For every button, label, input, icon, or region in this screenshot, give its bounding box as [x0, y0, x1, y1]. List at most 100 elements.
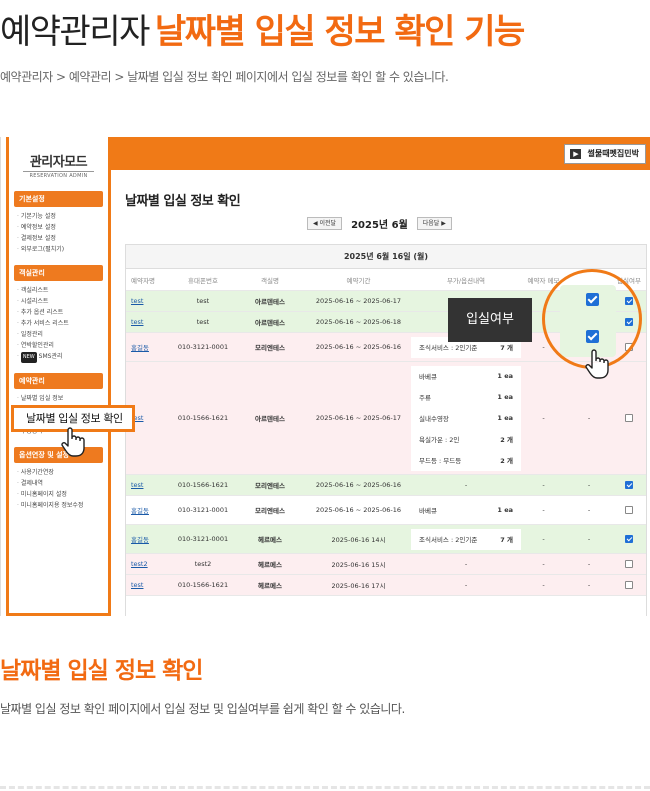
- sidebar-item[interactable]: 결제정보 설정: [17, 233, 108, 244]
- sidebar-item[interactable]: 추가 옵션 리스트: [17, 307, 108, 318]
- table-row: test 010-1566-1621 아르덴테스 2025-06-16 ~ 2025-…: [126, 362, 646, 475]
- sidebar-section-header[interactable]: 예약관리: [14, 373, 103, 389]
- room-cell: 헤르메스: [258, 561, 282, 569]
- memo-cell: -: [542, 581, 545, 589]
- guest-name-link[interactable]: 홍길동: [131, 344, 149, 352]
- checkin-checkbox[interactable]: [625, 414, 633, 422]
- callout-label: 날짜별 입실 정보 확인: [26, 412, 123, 425]
- guest-name-cell: test: [126, 297, 172, 305]
- day-header: 2025년 6월 16일 (월): [126, 245, 646, 269]
- next-month-button[interactable]: 다음달 ▶: [416, 216, 452, 230]
- sidebar-item[interactable]: 사용기간연장: [17, 467, 108, 478]
- checkin-checkbox[interactable]: [625, 506, 633, 514]
- checkin-checkbox[interactable]: [625, 581, 633, 589]
- option-label: 조식서비스 : 2인기준: [419, 536, 478, 544]
- sidebar-section-header[interactable]: 옵션연장 및 설정: [14, 447, 103, 463]
- brand-title: 관리자모드: [29, 155, 88, 170]
- checkin-cell: [612, 535, 646, 543]
- phone-cell: test: [196, 297, 210, 305]
- table-row: test2 test2 헤르메스 2025-06-16 15시 - - -: [126, 554, 646, 575]
- memo-cell: -: [542, 414, 545, 422]
- sidebar-menu: 객실리스트시설리스트추가 옵션 리스트추가 서비스 리스트일정관리연박할인관리N…: [17, 285, 108, 363]
- guest-name-link[interactable]: test: [131, 318, 143, 326]
- option-label: 바베큐: [419, 507, 437, 515]
- option-qty: 1 ea: [497, 372, 513, 380]
- period-cell: 2025-06-16 17시: [331, 582, 386, 590]
- option-item: 바베큐 1 ea: [411, 499, 521, 521]
- table-row: test 010-1566-1621 헤르메스 2025-06-16 17시 - - -: [126, 575, 646, 596]
- current-month: 2025년 6월: [351, 219, 408, 231]
- divider: [0, 786, 650, 789]
- option-label: 욕실가운 : 2인: [419, 436, 460, 444]
- period-cell: 2025-06-16 ~ 2025-06-16: [315, 343, 402, 351]
- room-cell: 모리엔테스: [255, 507, 285, 515]
- guest-name-link[interactable]: test: [131, 481, 143, 489]
- checkin-cell: [612, 414, 646, 422]
- sidebar-item[interactable]: 시설리스트: [17, 296, 108, 307]
- option-item: 바베큐 1 ea: [411, 365, 521, 387]
- checkin-cell: [612, 581, 646, 589]
- brand-subtitle: RESERVATION ADMIN: [23, 171, 94, 179]
- checkin-checkbox[interactable]: [625, 560, 633, 568]
- sidebar-item[interactable]: 외부로그(펼치기): [17, 244, 108, 255]
- content-heading: 날짜별 입실 정보 확인: [125, 194, 241, 209]
- option-qty: 7 개: [500, 536, 513, 544]
- checkin-cell: [612, 560, 646, 568]
- sidebar-item[interactable]: 날짜별 입실 정보: [17, 393, 108, 404]
- column-header: 휴대폰번호: [188, 276, 218, 285]
- option-label: 주류: [419, 394, 431, 402]
- external-site-label: 썰물때펫집민박: [587, 149, 639, 158]
- column-header: 부가/옵션내역: [446, 276, 486, 285]
- option-label: 무드등 : 무드등: [419, 457, 462, 465]
- guest-name-link[interactable]: test: [131, 581, 143, 589]
- page-title-highlight: 날짜별 입실 정보 확인 기능: [154, 12, 525, 52]
- period-cell: 2025-06-16 14시: [331, 536, 386, 544]
- phone-cell: 010-3121-0001: [177, 535, 229, 543]
- option-qty: 1 ea: [497, 393, 513, 401]
- sidebar-item[interactable]: 기본기능 설정: [17, 211, 108, 222]
- options-cell: 바베큐 1 ea 주류 1 ea 실내수영장 1 ea 욕실가운 : 2인 2 개 무드등 : …: [411, 365, 521, 471]
- sidebar-item[interactable]: 일정관리: [17, 329, 108, 340]
- options-cell: 조식서비스 : 2인기준 7 개: [411, 528, 521, 550]
- sidebar-item[interactable]: 미니홈페이지 설정: [17, 489, 108, 500]
- sidebar-item[interactable]: 연박할인관리: [17, 340, 108, 351]
- sidebar-menu: 사용기간연장결제내역미니홈페이지 설정미니홈페이지용 정보수정: [17, 467, 108, 511]
- option-item: 주류 1 ea: [411, 386, 521, 408]
- option-label: 조식서비스 : 2인기준: [419, 344, 478, 352]
- table-row: 홍길동 010-3121-0001 헤르메스 2025-06-16 14시 조식서비스 …: [126, 525, 646, 554]
- checkin-cell: [612, 506, 646, 514]
- room-cell: 아르덴테스: [255, 298, 285, 306]
- guest-name-link[interactable]: 홍길동: [131, 536, 149, 544]
- section-description: 날짜별 입실 정보 확인 페이지에서 입실 정보 및 입실여부를 쉽게 확인 할…: [0, 702, 405, 716]
- guest-name-link[interactable]: test2: [131, 560, 148, 568]
- sidebar-section-header[interactable]: 기본설정: [14, 191, 103, 207]
- checkin-checkbox[interactable]: [625, 481, 633, 489]
- option-qty: 7 개: [500, 344, 513, 352]
- sidebar-item[interactable]: NEWSMS관리: [17, 351, 108, 363]
- sidebar-item[interactable]: 추가 서비스 리스트: [17, 318, 108, 329]
- sidebar-item[interactable]: 결제내역: [17, 478, 108, 489]
- external-site-button[interactable]: ▶ 썰물때펫집민박: [564, 144, 646, 164]
- period-cell: 2025-06-16 ~ 2025-06-18: [315, 318, 402, 326]
- sidebar-item[interactable]: 미니홈페이지용 정보수정: [17, 500, 108, 511]
- phone-cell: 010-3121-0001: [177, 506, 229, 514]
- sidebar-item[interactable]: 객실리스트: [17, 285, 108, 296]
- sidebar-sections: 기본설정기본기능 설정예약정보 설정결제정보 설정외부로그(펼치기) 객실관리객실…: [9, 191, 108, 511]
- period-cell: 2025-06-16 ~ 2025-06-17: [315, 414, 402, 422]
- memo-cell: -: [542, 481, 545, 489]
- prev-month-button[interactable]: ◀ 이전달: [307, 216, 343, 230]
- option-label: 바베큐: [419, 373, 437, 381]
- sidebar-menu: 기본기능 설정예약정보 설정결제정보 설정외부로그(펼치기): [17, 211, 108, 255]
- sidebar: 관리자모드 RESERVATION ADMIN 기본설정기본기능 설정예약정보 …: [6, 137, 111, 616]
- guest-name-link[interactable]: test: [131, 297, 143, 305]
- option-label: 실내수영장: [419, 415, 449, 423]
- guest-name-link[interactable]: 홍길동: [131, 507, 149, 515]
- option-qty: 2 개: [500, 436, 513, 444]
- note-cell: -: [587, 581, 591, 589]
- guest-name-cell: test: [126, 581, 172, 589]
- option-item: 무드등 : 무드등 2 개: [411, 449, 521, 471]
- sidebar-item[interactable]: 예약정보 설정: [17, 222, 108, 233]
- checkin-checkbox[interactable]: [625, 535, 633, 543]
- phone-cell: test: [196, 318, 210, 326]
- sidebar-section-header[interactable]: 객실관리: [14, 265, 103, 281]
